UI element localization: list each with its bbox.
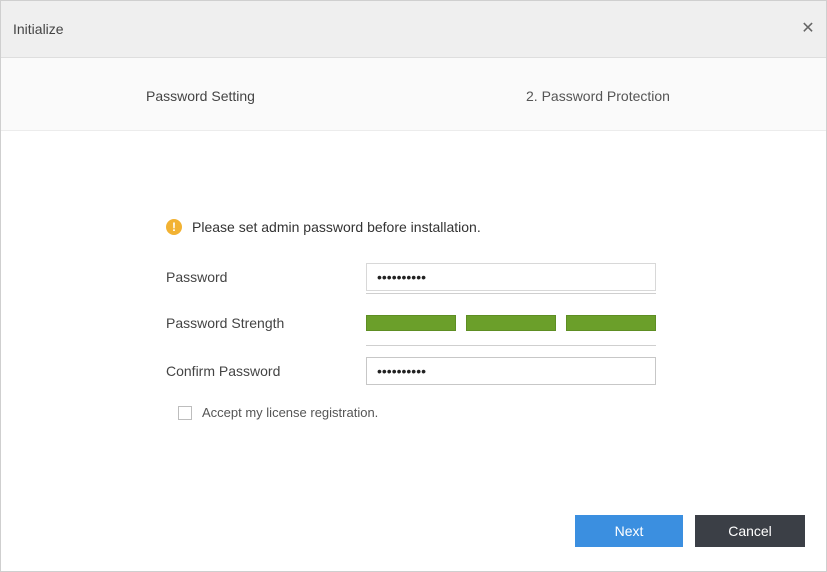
cancel-button[interactable]: Cancel bbox=[695, 515, 805, 547]
strength-segment-3 bbox=[566, 315, 656, 331]
password-strength-meter bbox=[366, 315, 656, 331]
setup-content: ! Please set admin password before insta… bbox=[1, 131, 826, 491]
password-notice: ! Please set admin password before insta… bbox=[166, 219, 481, 235]
title-bar: Initialize ✕ bbox=[1, 1, 826, 58]
password-divider bbox=[366, 293, 656, 294]
step-password-protection: 2. Password Protection bbox=[526, 88, 670, 104]
confirm-row: Confirm Password bbox=[166, 357, 656, 385]
setup-window: Initialize ✕ Password Setting 2. Passwor… bbox=[0, 0, 827, 572]
step-password-setting: Password Setting bbox=[146, 88, 255, 104]
strength-segment-2 bbox=[466, 315, 556, 331]
strength-label: Password Strength bbox=[166, 315, 285, 331]
footer-actions: Next Cancel bbox=[1, 491, 826, 571]
confirm-label: Confirm Password bbox=[166, 363, 281, 379]
notice-text: Please set admin password before install… bbox=[192, 219, 481, 235]
license-checkbox-row: Accept my license registration. bbox=[178, 405, 378, 420]
warning-icon: ! bbox=[166, 219, 182, 235]
strength-segment-1 bbox=[366, 315, 456, 331]
steps-header: Password Setting 2. Password Protection bbox=[1, 58, 826, 131]
password-label: Password bbox=[166, 269, 228, 285]
password-row: Password bbox=[166, 263, 656, 291]
strength-row: Password Strength bbox=[166, 309, 656, 337]
license-checkbox[interactable] bbox=[178, 405, 192, 420]
confirm-password-input[interactable] bbox=[366, 357, 656, 385]
strength-divider bbox=[366, 345, 656, 346]
password-input[interactable] bbox=[366, 263, 656, 291]
license-checkbox-label: Accept my license registration. bbox=[202, 405, 379, 420]
window-title: Initialize bbox=[13, 21, 64, 37]
next-button[interactable]: Next bbox=[575, 515, 683, 547]
close-icon[interactable]: ✕ bbox=[798, 19, 818, 39]
